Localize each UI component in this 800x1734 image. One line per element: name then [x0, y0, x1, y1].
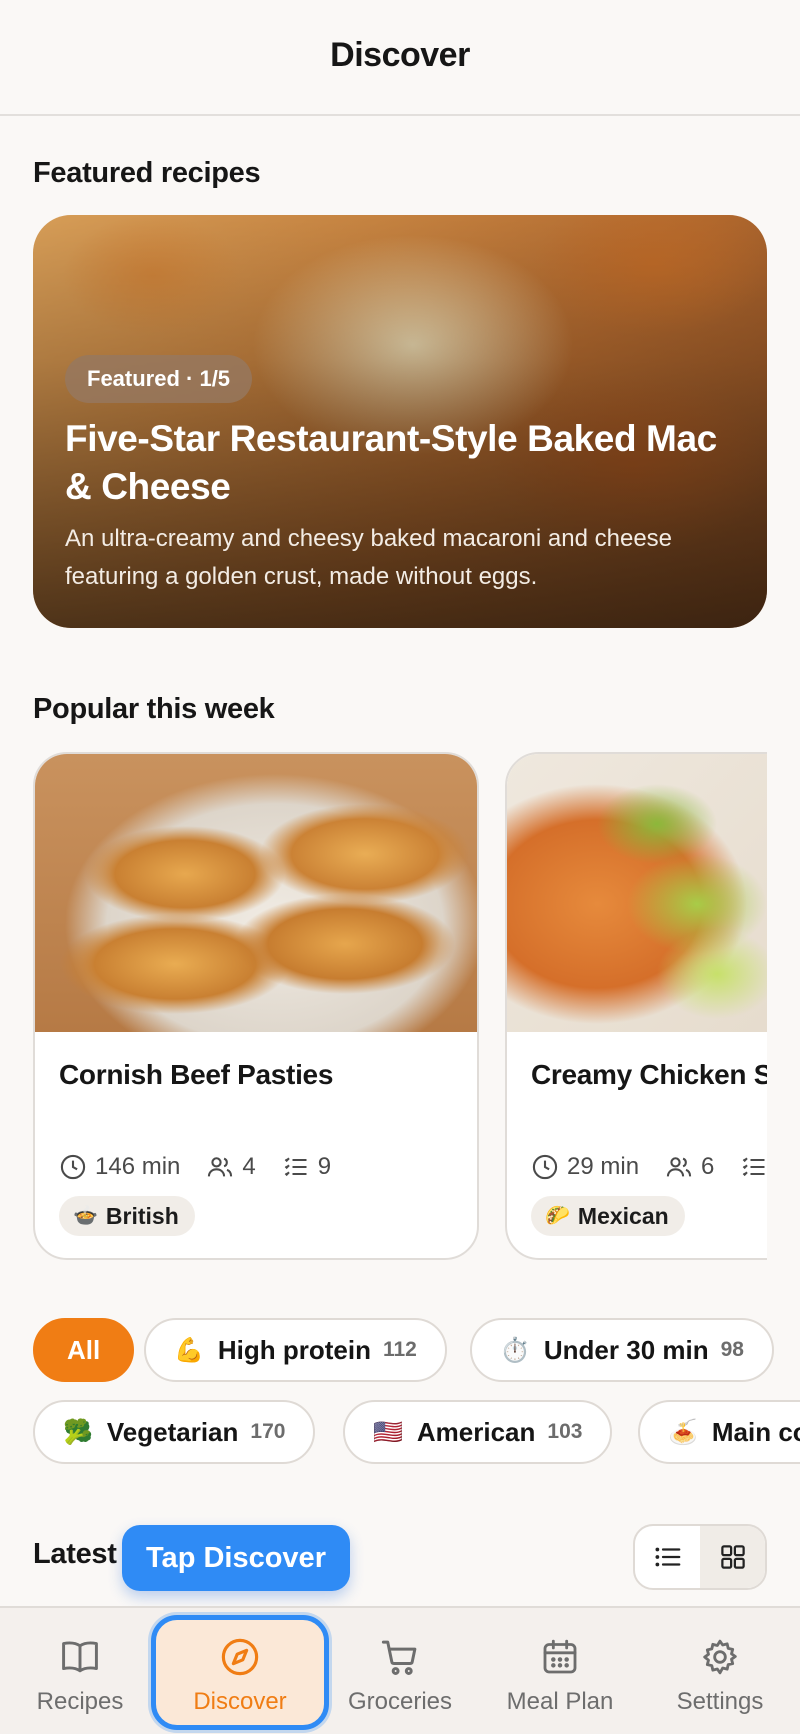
- tab-label: Recipes: [36, 1688, 124, 1715]
- cuisine-label: Mexican: [577, 1203, 669, 1229]
- recipe-title: Cornish Beef Pasties: [59, 1059, 334, 1090]
- view-mode-toggle: [633, 1524, 767, 1590]
- onboarding-tooltip: Tap Discover: [122, 1525, 350, 1591]
- popular-section-title: Popular this week: [33, 693, 275, 725]
- cuisine-icon: 🌮: [545, 1205, 570, 1227]
- featured-recipe-card[interactable]: Featured · 1/5 Five-Star Restaurant-Styl…: [33, 215, 767, 628]
- recipe-meta: 29 min 6: [531, 1150, 767, 1184]
- tab-label: Meal Plan: [506, 1688, 614, 1715]
- recipe-servings: 4: [242, 1153, 256, 1180]
- cart-icon: [381, 1640, 417, 1675]
- latest-section-title: Latest: [33, 1538, 117, 1570]
- recipe-servings: 6: [701, 1153, 715, 1180]
- filter-chip-under-30-min[interactable]: ⏱️ Under 30 min 98: [470, 1318, 774, 1382]
- page-title: Discover: [330, 36, 470, 74]
- filter-chips: All 💪 High protein 112 ⏱️ Under 30 min 9…: [0, 1318, 800, 1468]
- compass-icon: [221, 1638, 259, 1676]
- cuisine-label: British: [105, 1203, 179, 1229]
- people-icon: [208, 1157, 233, 1177]
- filter-chip-count: 112: [382, 1338, 417, 1361]
- recipe-meta: 146 min 4 9: [59, 1150, 357, 1184]
- grid-view-icon: [720, 1545, 745, 1569]
- list-icon: [743, 1157, 765, 1177]
- stopwatch-icon: ⏱️: [500, 1336, 530, 1364]
- filter-chip-main-course[interactable]: 🍝 Main co: [638, 1400, 800, 1464]
- cuisine-tag: 🍲 British: [59, 1196, 195, 1236]
- clock-icon: [60, 1154, 86, 1180]
- popular-carousel[interactable]: Cornish Beef Pasties 146 min 4 9 🍲 Briti…: [33, 752, 767, 1262]
- tab-discover[interactable]: Discover: [160, 1606, 320, 1734]
- us-flag-icon: 🇺🇸: [373, 1418, 403, 1446]
- flexed-biceps-icon: 💪: [174, 1336, 204, 1364]
- filter-chip-american[interactable]: 🇺🇸 American 103: [343, 1400, 613, 1464]
- book-icon: [62, 1641, 98, 1673]
- tab-settings[interactable]: Settings: [640, 1606, 800, 1734]
- filter-chip-vegetarian[interactable]: 🥦 Vegetarian 170: [33, 1400, 316, 1464]
- people-icon: [666, 1157, 692, 1177]
- tab-label: Groceries: [347, 1688, 453, 1715]
- broccoli-icon: 🥦: [63, 1418, 93, 1446]
- recipe-image: [35, 754, 477, 1032]
- featured-section-title: Featured recipes: [33, 157, 261, 189]
- list-view-icon: [655, 1547, 680, 1567]
- spaghetti-icon: 🍝: [668, 1418, 698, 1446]
- top-bar: Discover: [0, 0, 800, 116]
- tab-recipes[interactable]: Recipes: [0, 1606, 160, 1734]
- filter-chip-high-protein[interactable]: 💪 High protein 112: [144, 1318, 447, 1382]
- cuisine-icon: 🍲: [73, 1205, 98, 1227]
- tab-label: Settings: [676, 1688, 764, 1715]
- clock-icon: [532, 1154, 558, 1180]
- filter-chip-label: Main co: [711, 1416, 800, 1447]
- gear-icon: [703, 1639, 737, 1675]
- recipe-ingredients: 9: [317, 1153, 332, 1180]
- filter-chip-count: 98: [720, 1338, 744, 1361]
- filter-chip-count: 103: [547, 1420, 583, 1443]
- filter-chip-label: High protein: [217, 1334, 371, 1365]
- filter-chip-count: 170: [250, 1420, 286, 1443]
- filter-chip-label: All: [67, 1334, 101, 1365]
- filter-chip-label: Under 30 min: [543, 1334, 709, 1365]
- list-icon: [284, 1157, 307, 1177]
- tab-label: Discover: [193, 1688, 287, 1715]
- recipe-title: Creamy Chicken Soup: [531, 1059, 767, 1090]
- grid-view-button[interactable]: [700, 1526, 765, 1588]
- cuisine-tag: 🌮 Mexican: [531, 1196, 685, 1236]
- filter-chip-all[interactable]: All: [33, 1318, 135, 1382]
- recipe-time: 146 min: [95, 1153, 181, 1180]
- recipe-image: [507, 754, 767, 1032]
- filter-chip-label: Vegetarian: [106, 1416, 239, 1447]
- featured-recipe-description: An ultra-creamy and cheesy baked macaron…: [65, 525, 673, 590]
- list-view-button[interactable]: [635, 1526, 700, 1588]
- tab-meal-plan[interactable]: Meal Plan: [480, 1606, 640, 1734]
- featured-badge: Featured · 1/5: [65, 355, 253, 403]
- calendar-icon: [543, 1639, 577, 1674]
- recipe-card[interactable]: Creamy Chicken Soup 29 min 6 🌮 Mexican: [505, 752, 767, 1260]
- tab-groceries[interactable]: Groceries: [320, 1606, 480, 1734]
- recipe-time: 29 min: [567, 1153, 640, 1180]
- filter-chip-label: American: [416, 1416, 536, 1447]
- featured-recipe-title: Five-Star Restaurant-Style Baked Mac & C…: [65, 418, 717, 507]
- recipe-card[interactable]: Cornish Beef Pasties 146 min 4 9 🍲 Briti…: [33, 752, 479, 1260]
